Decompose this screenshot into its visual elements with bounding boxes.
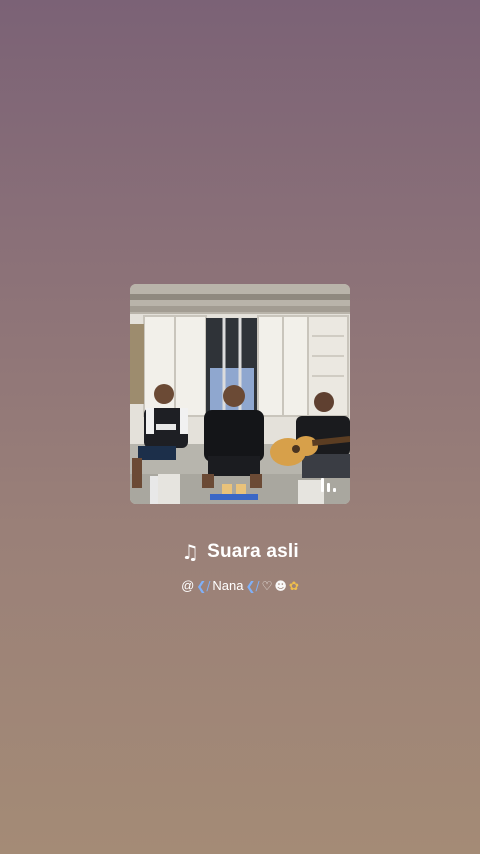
album-cover-image: [130, 284, 350, 504]
author-decoration-1: ❮/: [196, 579, 211, 593]
author-decoration-5: ✿: [288, 579, 299, 593]
album-cover[interactable]: [130, 284, 350, 504]
sound-author[interactable]: @ ❮/ Nana ❮/ ♡ ☻ ✿: [0, 576, 480, 596]
author-name: Nana: [212, 578, 244, 593]
music-note-icon: ♫: [181, 540, 200, 564]
sound-title: ♫ Suara asli: [0, 540, 480, 564]
sound-title-text: Suara asli: [207, 541, 299, 562]
author-decoration-3: ♡: [261, 579, 273, 593]
now-playing-bars-icon: [321, 476, 336, 492]
author-decoration-4: ☻: [274, 579, 287, 593]
author-decoration-2: ❮/: [245, 579, 260, 593]
author-prefix: @: [181, 578, 195, 593]
